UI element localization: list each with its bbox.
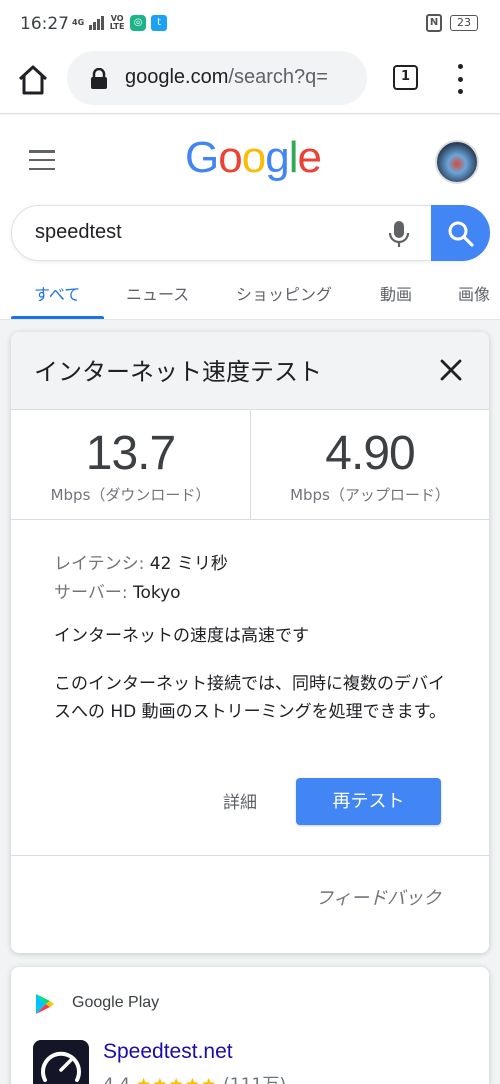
speed-description: このインターネット接続では、同時に複数のデバイスへの HD 動画のストリーミング… xyxy=(54,674,446,722)
app-title-link[interactable]: Speedtest.net xyxy=(103,1040,233,1064)
status-time: 16:27 xyxy=(20,14,69,34)
search-icon xyxy=(448,221,474,247)
latency-label: レイテンシ: xyxy=(54,554,145,574)
url-path: /search?q= xyxy=(228,66,328,88)
microphone-icon[interactable] xyxy=(388,220,410,248)
connection-details: レイテンシ: 42 ミリ秒 サーバー: Tokyo xyxy=(54,550,454,608)
volte-indicator: VO LTE xyxy=(109,14,125,31)
google-header: Google speedtest すべて ニュース ショッピング 動画 画像 xyxy=(0,115,500,320)
menu-dot xyxy=(457,76,463,82)
tab-all[interactable]: すべて xyxy=(34,281,80,305)
speedtest-app-icon xyxy=(33,1040,89,1084)
search-tabs: すべて ニュース ショッピング 動画 画像 xyxy=(0,275,500,319)
latency-row: レイテンシ: 42 ミリ秒 xyxy=(54,550,454,579)
tab-switcher-button[interactable]: 1 xyxy=(393,65,418,90)
active-tab-indicator xyxy=(11,316,104,319)
tab-images[interactable]: 画像 xyxy=(458,281,490,305)
home-icon xyxy=(18,65,48,95)
search-box[interactable]: speedtest xyxy=(11,205,490,261)
details-link[interactable]: 詳細 xyxy=(223,788,257,813)
notification-app-icon: ◎ xyxy=(130,15,147,31)
download-unit: Mbps（ダウンロード） xyxy=(50,486,211,504)
home-button[interactable] xyxy=(15,62,51,98)
server-value: Tokyo xyxy=(132,583,181,603)
tab-shopping[interactable]: ショッピング xyxy=(236,281,332,305)
retest-button[interactable]: 再テスト xyxy=(296,778,441,825)
speed-summary: インターネットの速度は高速です xyxy=(54,626,309,646)
upload-result: 4.90 Mbps（アップロード） xyxy=(250,410,489,520)
tab-news[interactable]: ニュース xyxy=(126,281,189,305)
search-input[interactable]: speedtest xyxy=(35,221,122,244)
speedtest-card: インターネット速度テスト 13.7 Mbps（ダウンロード） 4.90 Mbps… xyxy=(11,332,489,953)
app-rating: 4.4 ★★★★★ (111万) xyxy=(103,1070,286,1084)
lock-icon xyxy=(91,68,107,89)
download-speed: 13.7 xyxy=(85,427,176,480)
review-count: (111万) xyxy=(223,1075,286,1084)
address-bar[interactable]: google.com/search?q= xyxy=(67,51,367,105)
close-icon[interactable] xyxy=(439,358,463,382)
status-icons: 4G VO LTE ◎ t xyxy=(72,14,168,31)
account-avatar[interactable] xyxy=(435,140,479,184)
star-rating-icon: ★★★★★ xyxy=(136,1075,217,1084)
feedback-link[interactable]: フィードバック xyxy=(315,884,441,910)
tab-videos[interactable]: 動画 xyxy=(380,281,412,305)
url-text: google.com/search?q= xyxy=(125,66,328,89)
url-domain: google.com xyxy=(125,66,229,88)
result-source: Google Play xyxy=(72,994,160,1011)
google-logo[interactable]: Google xyxy=(185,133,322,183)
menu-dot xyxy=(457,89,463,94)
play-store-result[interactable]: Google Play Speedtest.net 4.4 ★★★★★ (111万) xyxy=(11,967,489,1084)
server-label: サーバー: xyxy=(54,583,128,603)
download-result: 13.7 Mbps（ダウンロード） xyxy=(11,410,250,520)
speedtest-header: インターネット速度テスト xyxy=(11,332,489,410)
battery-icon: 23 xyxy=(450,15,478,31)
latency-value: 42 ミリ秒 xyxy=(149,554,228,574)
upload-speed: 4.90 xyxy=(325,427,415,480)
twitter-icon: t xyxy=(151,15,168,31)
network-type: 4G xyxy=(72,18,85,27)
status-bar: 16:27 4G VO LTE ◎ t N 23 xyxy=(0,0,500,48)
google-play-icon xyxy=(36,994,54,1014)
search-button[interactable] xyxy=(431,205,490,261)
nfc-icon: N xyxy=(426,14,442,32)
speed-results: 13.7 Mbps（ダウンロード） 4.90 Mbps（アップロード） xyxy=(11,410,489,520)
rating-value: 4.4 xyxy=(103,1075,130,1084)
browser-toolbar: google.com/search?q= 1 xyxy=(0,48,500,114)
menu-dot xyxy=(457,64,463,69)
status-right: N 23 xyxy=(426,14,478,32)
browser-menu-button[interactable] xyxy=(450,64,470,94)
upload-unit: Mbps（アップロード） xyxy=(290,486,450,504)
signal-icon xyxy=(89,16,105,30)
hamburger-menu-icon[interactable] xyxy=(29,150,55,170)
card-divider xyxy=(11,855,489,856)
server-row: サーバー: Tokyo xyxy=(54,579,454,608)
speedtest-title: インターネット速度テスト xyxy=(34,358,322,386)
